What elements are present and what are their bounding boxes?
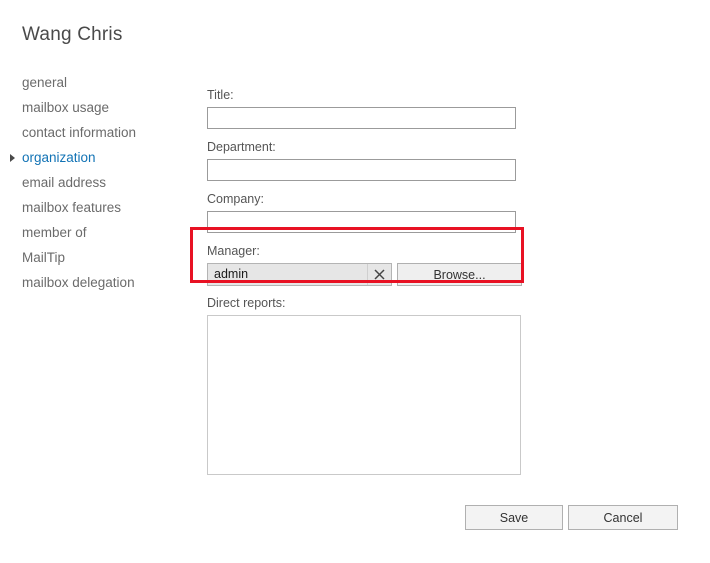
sidebar-item-general[interactable]: general [8,70,188,95]
sidebar-item-label: general [22,75,68,90]
cancel-button[interactable]: Cancel [568,505,678,530]
sidebar-item-label: member of [22,225,87,240]
manager-picker[interactable]: admin [207,263,392,286]
organization-form: Title: Department: Company: Manager: adm… [207,88,527,486]
direct-reports-listbox[interactable] [207,315,521,475]
sidebar-item-member-of[interactable]: member of [8,220,188,245]
sidebar-item-label: organization [22,150,96,165]
department-label: Department: [207,140,276,154]
title-input[interactable] [207,107,516,129]
department-field-group: Department: [207,140,527,181]
direct-reports-label: Direct reports: [207,296,286,310]
sidebar-item-organization[interactable]: organization [8,145,188,170]
title-label: Title: [207,88,234,102]
sidebar-item-label: mailbox delegation [22,275,135,290]
manager-field-group: Manager: admin Browse... [207,244,527,286]
browse-button[interactable]: Browse... [397,263,522,286]
sidebar-item-label: mailbox features [22,200,122,215]
close-x-icon[interactable] [367,264,391,285]
sidebar-item-contact-information[interactable]: contact information [8,120,188,145]
sidebar-item-mailbox-features[interactable]: mailbox features [8,195,188,220]
title-field-group: Title: [207,88,527,129]
company-field-group: Company: [207,192,527,233]
sidebar-item-mailtip[interactable]: MailTip [8,245,188,270]
sidebar-item-label: email address [22,175,107,190]
page-title: Wang Chris [22,24,123,45]
direct-reports-field-group: Direct reports: [207,296,527,475]
manager-value: admin [214,267,249,281]
manager-row: admin Browse... [207,263,527,286]
department-input[interactable] [207,159,516,181]
save-button[interactable]: Save [465,505,563,530]
sidebar-item-label: contact information [22,125,137,140]
sidebar-item-email-address[interactable]: email address [8,170,188,195]
sidebar-item-label: MailTip [22,250,66,265]
company-input[interactable] [207,211,516,233]
sidebar-item-mailbox-delegation[interactable]: mailbox delegation [8,270,188,295]
caret-right-icon [10,153,15,162]
sidebar-item-mailbox-usage[interactable]: mailbox usage [8,95,188,120]
sidebar-item-label: mailbox usage [22,100,110,115]
manager-label: Manager: [207,244,260,258]
properties-page: Wang Chris general mailbox usage contact… [0,0,710,563]
company-label: Company: [207,192,264,206]
sidebar-nav: general mailbox usage contact informatio… [8,70,188,295]
footer-button-bar: Save Cancel [465,505,678,530]
